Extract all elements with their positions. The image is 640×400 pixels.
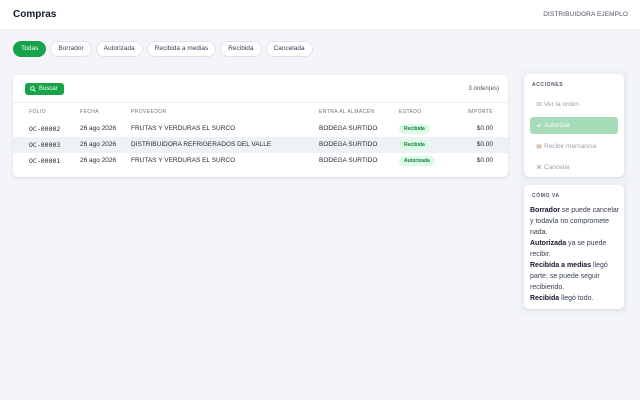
order-count: 3 orden(es) <box>468 86 499 92</box>
table-row[interactable]: OC-00001 26 ago 2026 FRUTAS Y VERDURAS E… <box>13 153 508 169</box>
eye-icon <box>536 102 542 106</box>
help-description: llegó todo. <box>559 295 594 302</box>
table-row[interactable]: OC-00002 26 ago 2026 FRUTAS Y VERDURAS E… <box>13 121 508 137</box>
help-line: Autorizada ya se puede recibir. <box>530 238 620 260</box>
filter-chip-autorizada[interactable]: Autorizada <box>95 41 143 57</box>
table-header: FOLIO FECHA PROVEEDOR ENTRA AL ALMACÉN E… <box>13 109 508 119</box>
filter-chip-todas[interactable]: Todas <box>13 41 47 57</box>
row-importe: $0.00 <box>476 125 493 132</box>
orders-card: Buscar 3 orden(es) FOLIO FECHA PROVEEDOR… <box>13 75 508 177</box>
help-term: Borrador <box>530 207 560 214</box>
column-header-proveedor: PROVEEDOR <box>131 109 167 115</box>
filter-chip-borrador[interactable]: Borrador <box>50 41 92 57</box>
row-almacen: BODEGA SURTIDO <box>319 141 378 148</box>
row-proveedor: FRUTAS Y VERDURAS EL SURCO <box>131 157 236 164</box>
status-badge: Autorizada <box>399 156 435 166</box>
row-fecha: 26 ago 2026 <box>80 125 117 132</box>
authorize-label: Autorizar <box>544 122 571 129</box>
column-header-almacen: ENTRA AL ALMACÉN <box>319 109 375 115</box>
row-importe: $0.00 <box>476 141 493 148</box>
top-bar: Compras DISTRIBUIDORA EJEMPLO <box>0 0 640 30</box>
status-badge: Recibida <box>399 124 430 134</box>
authorize-button[interactable]: Autorizar <box>530 117 618 134</box>
column-header-estado: ESTADO <box>399 109 422 115</box>
cancel-label: Cancelar <box>544 164 571 171</box>
view-order-label: Ver la orden <box>544 101 580 108</box>
help-term: Recibida <box>530 295 560 302</box>
row-almacen: BODEGA SURTIDO <box>319 157 378 164</box>
side-panel: ACCIONES Ver la orden Autorizar Recibir … <box>520 70 628 315</box>
receive-goods-label: Recibir mercancía <box>544 143 597 150</box>
search-icon <box>30 86 36 92</box>
box-icon <box>536 144 542 149</box>
help-line: Recibida llegó todo. <box>530 293 620 304</box>
column-header-importe: IMPORTE <box>467 109 493 115</box>
filter-chip-cancelada[interactable]: Cancelada <box>265 41 313 57</box>
column-header-folio: FOLIO <box>29 109 47 115</box>
row-almacen: BODEGA SURTIDO <box>319 125 378 132</box>
row-importe: $0.00 <box>476 157 493 164</box>
help-term: Recibida a medias <box>530 262 592 269</box>
table-row[interactable]: OC-00003 26 ago 2026 DISTRIBUIDORA REFRI… <box>13 137 508 153</box>
row-folio: OC-00003 <box>29 141 61 149</box>
status-filters: Todas Borrador Autorizada Recibida a med… <box>13 41 313 57</box>
actions-title: ACCIONES <box>532 82 564 88</box>
page-title: Compras <box>13 9 57 20</box>
column-header-fecha: FECHA <box>80 109 99 115</box>
divider <box>13 102 508 103</box>
filter-chip-recibida[interactable]: Recibida <box>220 41 262 57</box>
row-folio: OC-00001 <box>29 157 61 165</box>
status-help-card: CÓMO VA Borrador se puede cancelar y tod… <box>524 185 624 309</box>
search-button-label: Buscar <box>39 86 58 92</box>
search-button[interactable]: Buscar <box>25 83 64 95</box>
check-icon <box>536 123 542 128</box>
row-proveedor: FRUTAS Y VERDURAS EL SURCO <box>131 125 236 132</box>
help-line: Recibida a medias llegó parte; se puede … <box>530 260 620 293</box>
actions-card: ACCIONES Ver la orden Autorizar Recibir … <box>524 74 624 177</box>
help-line: Borrador se puede cancelar y todavía no … <box>530 205 620 238</box>
row-folio: OC-00002 <box>29 125 61 133</box>
row-proveedor: DISTRIBUIDORA REFRIGERADOS DEL VALLE <box>131 141 272 148</box>
view-order-button[interactable]: Ver la orden <box>530 96 618 113</box>
status-badge: Recibida <box>399 140 430 150</box>
organization-name[interactable]: DISTRIBUIDORA EJEMPLO <box>543 11 628 18</box>
help-term: Autorizada <box>530 240 567 247</box>
filter-chip-recibida-a-medias[interactable]: Recibida a medias <box>146 41 217 57</box>
x-icon <box>536 164 542 170</box>
row-fecha: 26 ago 2026 <box>80 157 117 164</box>
row-fecha: 26 ago 2026 <box>80 141 117 148</box>
help-title: CÓMO VA <box>532 193 560 199</box>
status-help-text: Borrador se puede cancelar y todavía no … <box>530 205 620 304</box>
cancel-button[interactable]: Cancelar <box>530 159 618 176</box>
receive-goods-button[interactable]: Recibir mercancía <box>530 138 618 155</box>
